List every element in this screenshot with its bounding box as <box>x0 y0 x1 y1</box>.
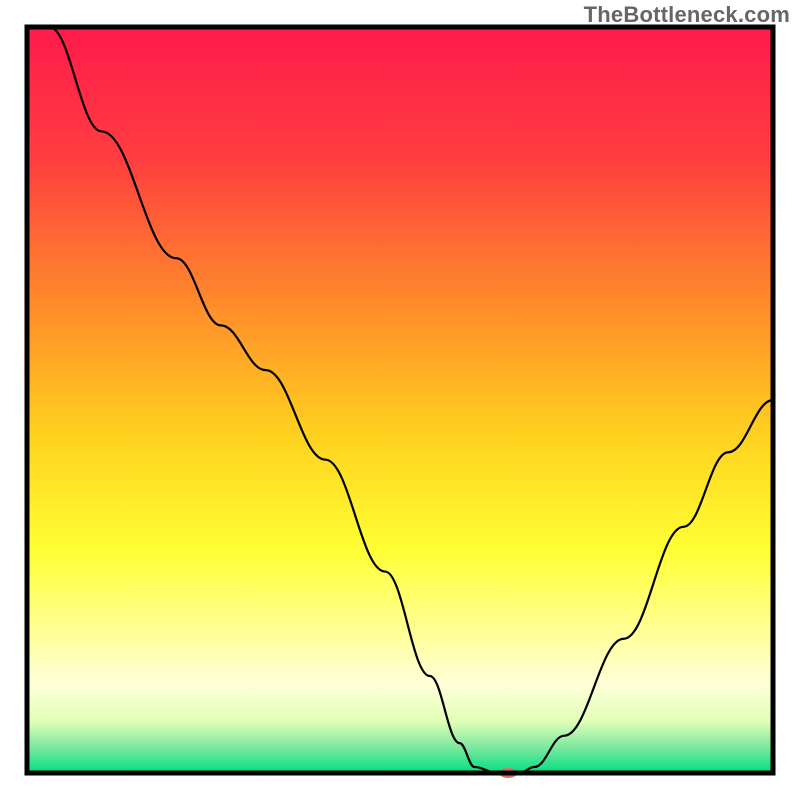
watermark-text: TheBottleneck.com <box>584 2 790 28</box>
chart-container: TheBottleneck.com <box>0 0 800 800</box>
chart-background <box>27 27 773 773</box>
bottleneck-chart <box>0 0 800 800</box>
